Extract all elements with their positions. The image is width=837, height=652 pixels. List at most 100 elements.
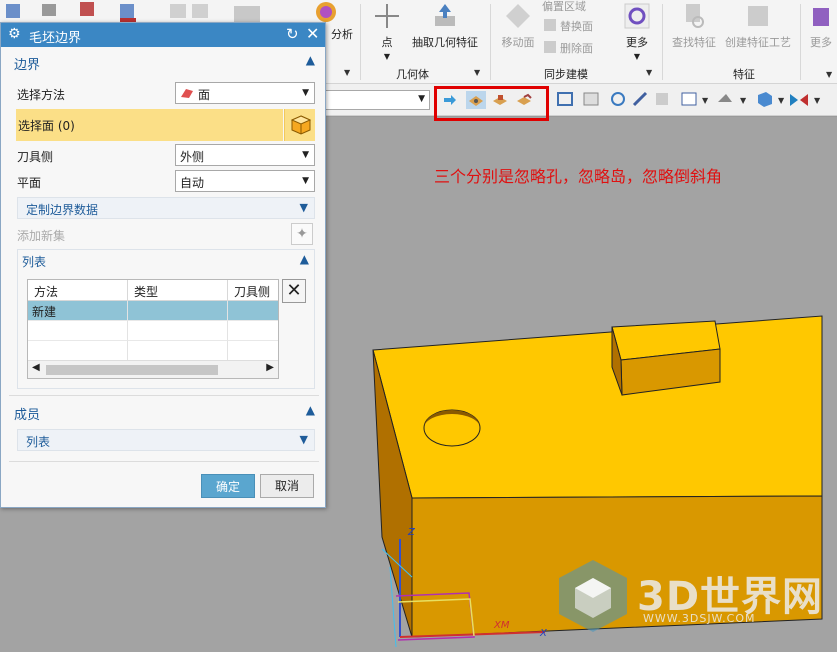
extract-geometry-button[interactable]: 抽取几何特征	[410, 2, 480, 50]
table-horizontal-scrollbar[interactable]: ◀ ▶	[28, 360, 278, 378]
xm-axis-label: XM	[494, 620, 510, 631]
watermark-url: WWW.3DSJW.COM	[643, 612, 756, 625]
ribbon-separator	[800, 4, 801, 80]
sync-more-button[interactable]: 更多 ▼	[620, 2, 654, 61]
x-axis-label: X	[540, 628, 547, 639]
select-method-row: 选择方法 面 ▼	[15, 81, 315, 105]
members-list-header[interactable]: 列表 ▼	[17, 429, 315, 451]
dialog-title: 毛坯边界	[29, 31, 82, 46]
select-face-button[interactable]	[284, 109, 315, 141]
table-cell: 新建	[28, 301, 128, 321]
divider	[9, 395, 319, 396]
chevron-down-icon: ▼	[302, 150, 309, 160]
table-header-tool-side[interactable]: 刀具侧	[228, 280, 278, 301]
scroll-left-icon[interactable]: ◀	[32, 362, 40, 373]
ribbon-separator	[360, 4, 361, 80]
highlight-box	[434, 86, 549, 121]
table-cell	[28, 321, 128, 341]
divider	[9, 461, 319, 462]
gear-icon[interactable]: ⚙	[8, 26, 21, 42]
find-feature-button[interactable]: 查找特征	[670, 2, 718, 50]
scrollbar-thumb[interactable]	[46, 365, 218, 375]
filter-combo[interactable]: ▼	[318, 90, 430, 110]
table-cell	[228, 321, 278, 341]
feature-group-dropdown-icon[interactable]: ▼	[826, 70, 832, 79]
chevron-up-icon: ▲	[305, 403, 315, 417]
close-x-icon: ✕	[286, 280, 302, 301]
select-face-row[interactable]: 选择面 (0)	[16, 109, 283, 141]
plane-label: 平面	[17, 176, 42, 190]
table-row[interactable]	[28, 341, 278, 361]
custom-boundary-data-header[interactable]: 定制边界数据 ▼	[17, 197, 315, 219]
custom-boundary-data-title: 定制边界数据	[26, 203, 99, 217]
ribbon-separator	[490, 4, 491, 80]
far-more-button[interactable]: 更多	[806, 2, 836, 50]
select-method-dropdown[interactable]: 面 ▼	[175, 82, 315, 104]
table-cell	[128, 301, 228, 321]
list-title: 列表	[22, 255, 47, 269]
offset-region-button[interactable]: 偏置区域	[542, 0, 586, 14]
move-face-button[interactable]: 移动面	[498, 2, 538, 50]
select-method-label: 选择方法	[17, 88, 66, 102]
create-feature-process-button[interactable]: 创建特征工艺	[722, 2, 794, 50]
sync-group-dropdown-icon[interactable]: ▼	[646, 68, 652, 77]
scroll-right-icon[interactable]: ▶	[266, 362, 274, 373]
boundary-table: 方法 类型 刀具侧 新建 ◀ ▶	[27, 279, 279, 379]
table-row[interactable]: 新建	[28, 301, 278, 321]
sync-group-label: 同步建模	[544, 68, 588, 81]
point-button[interactable]: 点 ▼	[372, 2, 402, 61]
cube-icon	[290, 115, 312, 135]
blank-boundary-dialog: ⚙ 毛坯边界 ↻ ✕ 边界 ▲ 选择方法 面 ▼ 选择面 (0) 刀具侧 外侧 …	[0, 22, 326, 508]
annotation-text: 三个分别是忽略孔，忽略岛，忽略倒斜角	[434, 167, 723, 186]
svg-text:▼: ▼	[740, 96, 747, 105]
analysis-group-dropdown-icon[interactable]: ▼	[344, 68, 350, 77]
table-cell	[228, 301, 278, 321]
svg-text:▼: ▼	[814, 96, 821, 105]
plane-row: 平面 自动 ▼	[15, 169, 315, 193]
watermark-cube-logo	[559, 560, 627, 632]
section-boundary-header[interactable]: 边界 ▲	[9, 51, 317, 73]
section-members-title: 成员	[14, 408, 41, 423]
tool-side-label: 刀具侧	[17, 150, 54, 164]
close-icon[interactable]: ✕	[306, 24, 319, 43]
tool-side-dropdown[interactable]: 外侧 ▼	[175, 144, 315, 166]
table-header-method[interactable]: 方法	[28, 280, 128, 301]
select-face-label: 选择面 (0)	[18, 119, 75, 133]
chevron-down-icon: ▼	[383, 52, 391, 61]
members-list-title: 列表	[26, 435, 51, 449]
geometry-group-dropdown-icon[interactable]: ▼	[474, 68, 480, 77]
part-top-face	[372, 315, 823, 499]
plane-dropdown[interactable]: 自动 ▼	[175, 170, 315, 192]
chevron-down-icon: ▼	[302, 88, 309, 98]
tool-side-row: 刀具侧 外侧 ▼	[15, 143, 315, 167]
extract-geometry-icon	[435, 4, 455, 26]
cancel-button[interactable]: 取消	[260, 474, 314, 498]
ok-button[interactable]: 确定	[201, 474, 255, 498]
add-sparkle-icon: ✦	[296, 226, 308, 242]
table-header-type[interactable]: 类型	[128, 280, 228, 301]
watermark: 3D世界网 WWW.3DSJW.COM	[555, 558, 825, 638]
dialog-title-bar[interactable]: ⚙ 毛坯边界 ↻ ✕	[1, 23, 325, 47]
z-axis-label: Z	[408, 527, 415, 538]
view-toolbar-icons[interactable]: ▼ ▼ ▼ ▼	[556, 90, 836, 110]
svg-text:▼: ▼	[702, 96, 709, 105]
chevron-up-icon: ▲	[299, 252, 309, 266]
refresh-icon	[624, 3, 650, 29]
feature-group-label: 特征	[733, 68, 755, 81]
chevron-down-icon: ▼	[299, 433, 308, 446]
table-row[interactable]	[28, 321, 278, 341]
list-header[interactable]: 列表 ▲	[17, 250, 315, 272]
chevron-down-icon: ▼	[302, 176, 309, 186]
add-new-set-button[interactable]: ✦	[291, 223, 313, 245]
delete-button[interactable]: ✕	[282, 279, 306, 303]
section-members-header[interactable]: 成员 ▲	[9, 401, 317, 423]
chevron-down-icon: ▼	[418, 94, 425, 104]
point-plus-icon	[375, 4, 399, 28]
sync-small-icons	[544, 19, 556, 53]
feature-process-icon	[748, 6, 768, 26]
chevron-down-icon: ▼	[299, 201, 308, 214]
table-cell	[128, 341, 228, 361]
tool-side-value: 外侧	[180, 150, 205, 164]
reset-icon[interactable]: ↻	[286, 25, 299, 43]
move-face-icon	[506, 4, 530, 28]
